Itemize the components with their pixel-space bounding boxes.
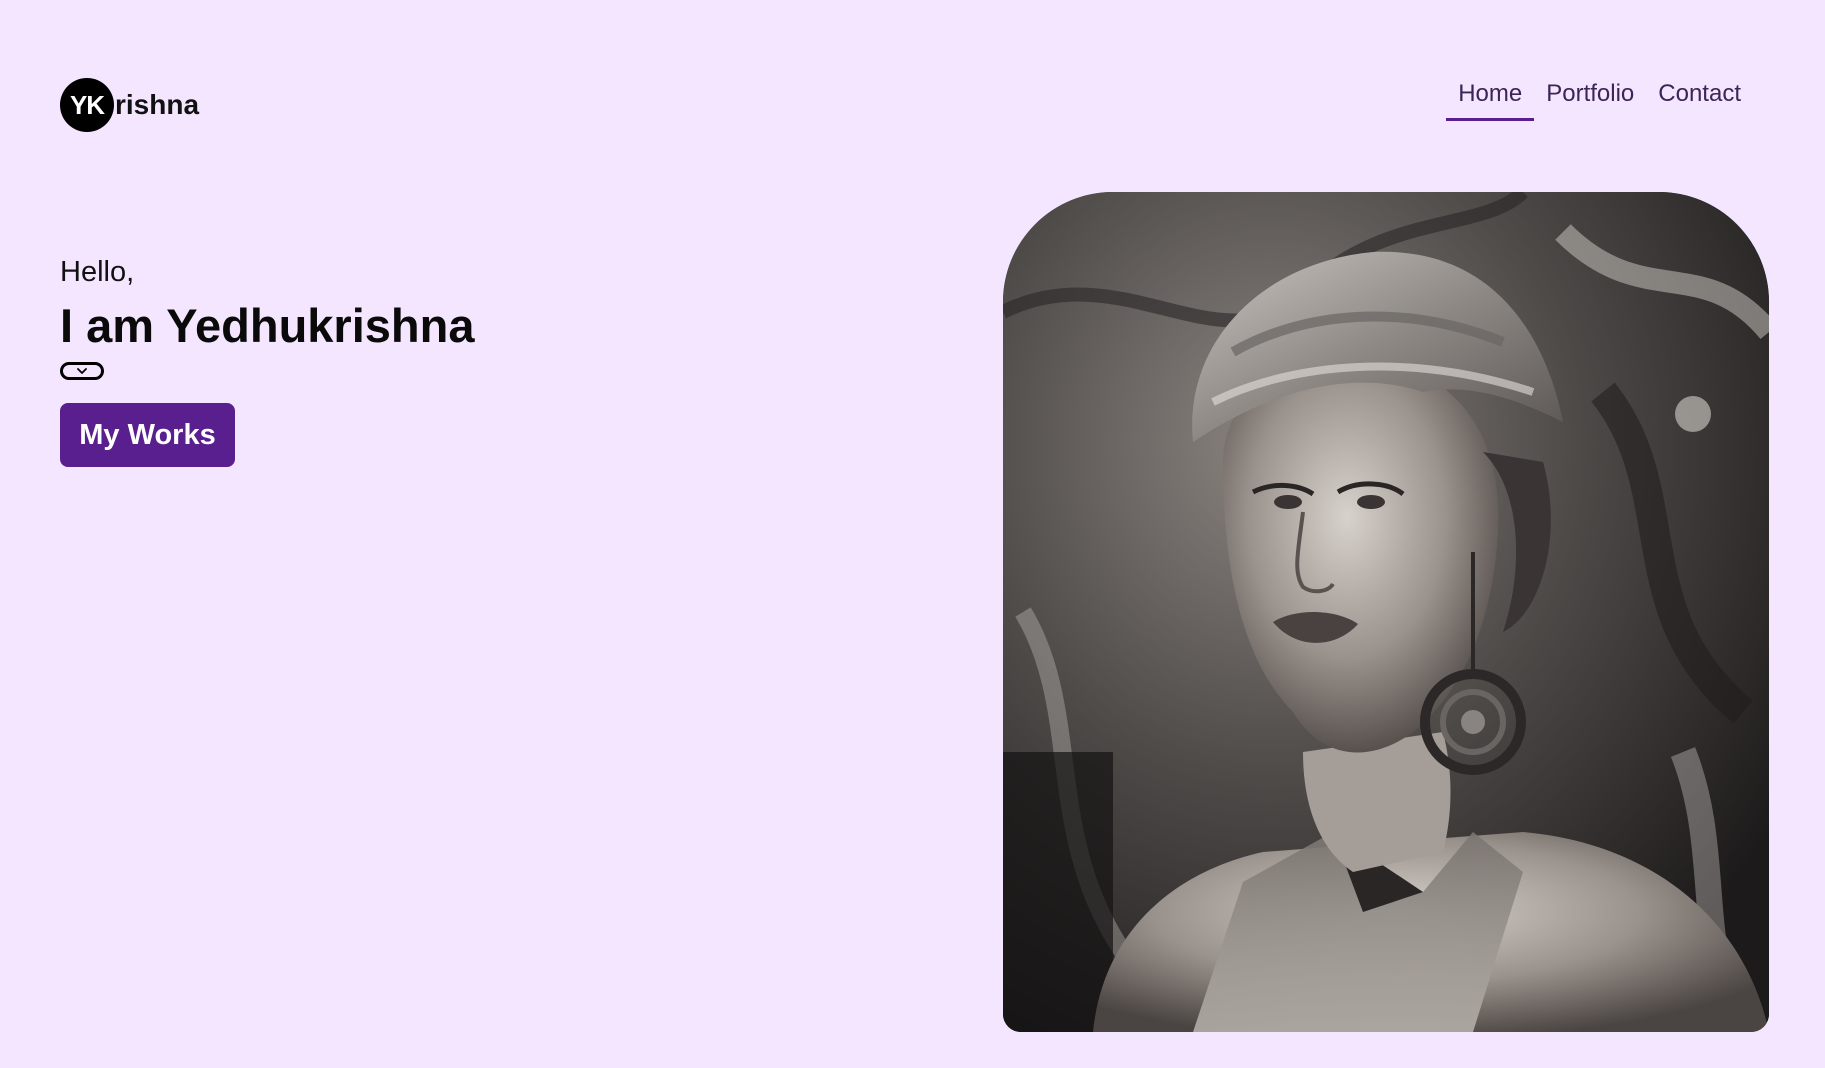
site-logo[interactable]: YK rishna [60, 78, 199, 132]
logo-badge: YK [60, 78, 114, 132]
logo-text: rishna [115, 89, 200, 120]
nav-item-contact[interactable]: Contact [1646, 80, 1753, 121]
page: YK rishna Home Portfolio Contact Hello, … [0, 0, 1825, 1068]
portrait-image [1003, 192, 1769, 1032]
hero-title: I am Yedhukrishna [60, 299, 475, 352]
main-nav: Home Portfolio Contact [1446, 80, 1753, 121]
theme-toggle[interactable] [60, 362, 104, 380]
hero-greeting: Hello, [60, 256, 135, 288]
nav-item-portfolio[interactable]: Portfolio [1534, 80, 1646, 121]
my-works-button[interactable]: My Works [60, 403, 235, 467]
chevron-down-icon [76, 367, 88, 375]
nav-item-home[interactable]: Home [1446, 80, 1535, 121]
